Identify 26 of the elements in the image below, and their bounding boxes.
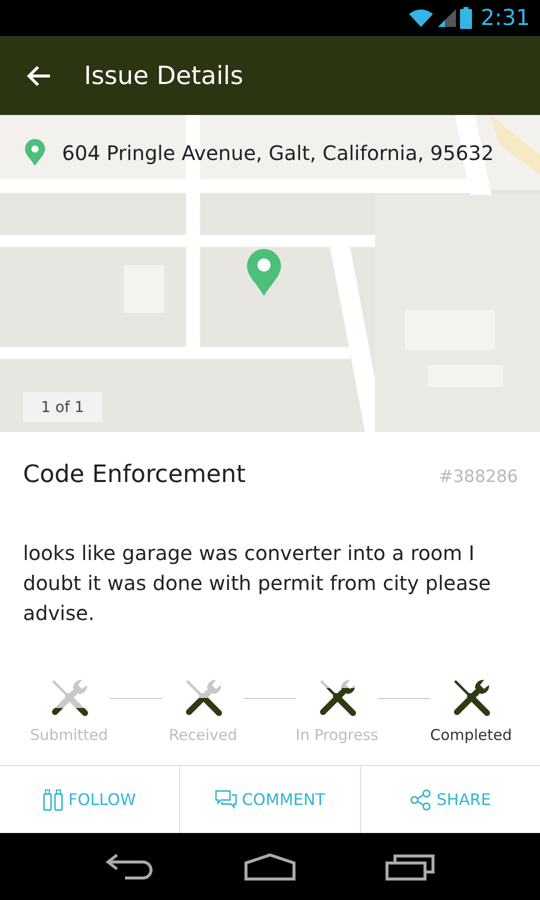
recent-apps-icon[interactable]: [385, 852, 436, 880]
tools-icon: [49, 678, 89, 718]
status-step-label: Completed: [430, 726, 512, 744]
tools-icon: [451, 678, 491, 718]
photo-counter: 1 of 1: [23, 392, 102, 422]
issue-category: Code Enforcement: [23, 460, 246, 488]
chat-icon: [214, 790, 237, 810]
battery-icon: [460, 7, 472, 29]
share-icon: [410, 788, 432, 810]
status-step-label: Submitted: [30, 726, 108, 744]
location-pin-icon: [24, 139, 46, 167]
tools-icon: [183, 678, 223, 718]
signal-icon: [436, 8, 457, 28]
back-icon[interactable]: [104, 852, 155, 880]
issue-number: #388286: [438, 467, 518, 487]
binoculars-icon: [43, 788, 64, 810]
status-step-label: In Progress: [296, 726, 378, 744]
address-text: 604 Pringle Avenue, Galt, California, 95632: [62, 141, 494, 165]
screen-title: Issue Details: [84, 61, 244, 90]
status-step-label: Received: [168, 726, 238, 744]
back-arrow-icon[interactable]: [26, 64, 52, 86]
wifi-icon: [408, 8, 434, 28]
home-icon[interactable]: [244, 852, 296, 880]
tools-icon: [317, 678, 357, 718]
clock-time: 2:31: [480, 6, 530, 30]
issue-description: looks like garage was converter into a room I doubt it was done with permit from city please advise.: [23, 540, 492, 627]
